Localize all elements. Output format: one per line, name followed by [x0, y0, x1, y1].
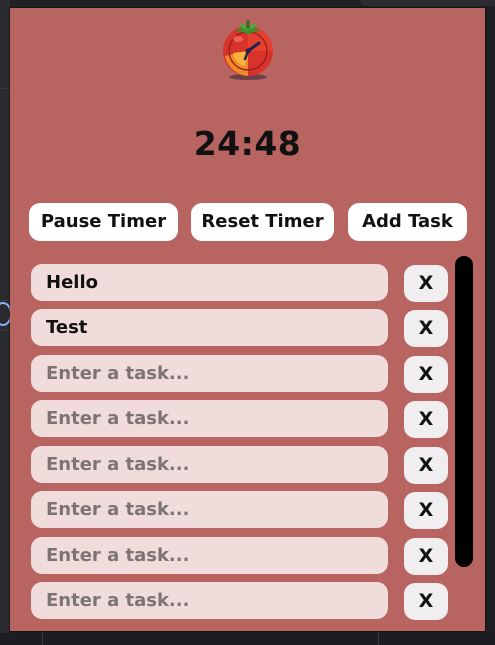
delete-task-button[interactable]: X [404, 265, 448, 302]
delete-task-button[interactable]: X [404, 356, 448, 393]
pause-timer-button[interactable]: Pause Timer [29, 203, 178, 241]
add-task-button[interactable]: Add Task [348, 203, 467, 241]
reset-timer-button[interactable]: Reset Timer [191, 203, 334, 241]
control-buttons: Pause Timer Reset Timer Add Task [10, 203, 485, 241]
task-list: Hello X Test X Enter a task... X Enter a… [10, 258, 485, 631]
delete-task-button[interactable]: X [404, 583, 448, 620]
task-row: Enter a task... X [10, 446, 485, 484]
page-background-bottom [0, 633, 495, 645]
timer-display: 24:48 [193, 124, 302, 163]
browser-tab-strip [360, 0, 495, 6]
delete-task-button[interactable]: X [404, 447, 448, 484]
task-input[interactable]: Enter a task... [31, 400, 388, 437]
task-list-scrollbar[interactable] [455, 256, 473, 567]
tomato-clock-icon [223, 20, 273, 80]
delete-task-button[interactable]: X [404, 492, 448, 529]
task-row: Enter a task... X [10, 355, 485, 393]
task-row: Enter a task... X [10, 582, 485, 620]
task-input[interactable]: Enter a task... [31, 582, 388, 619]
task-input[interactable]: Hello [31, 264, 388, 301]
delete-task-button[interactable]: X [404, 538, 448, 575]
task-row: Enter a task... X [10, 537, 485, 575]
task-input[interactable]: Enter a task... [31, 355, 388, 392]
task-input[interactable]: Enter a task... [31, 446, 388, 483]
task-row: Enter a task... X [10, 400, 485, 438]
delete-task-button[interactable]: X [404, 401, 448, 438]
task-row: Test X [10, 309, 485, 347]
task-row: Hello X [10, 264, 485, 302]
task-input[interactable]: Enter a task... [31, 537, 388, 574]
task-input[interactable]: Enter a task... [31, 491, 388, 528]
pomodoro-popup: 24:48 Pause Timer Reset Timer Add Task H… [10, 8, 485, 631]
task-input[interactable]: Test [31, 309, 388, 346]
delete-task-button[interactable]: X [404, 310, 448, 347]
task-row: Enter a task... X [10, 491, 485, 529]
